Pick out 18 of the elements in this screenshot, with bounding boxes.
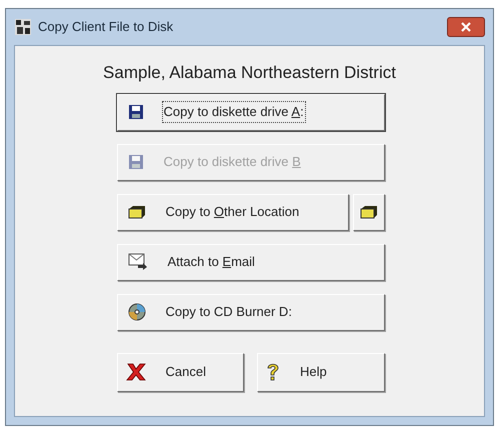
action-button[interactable]: Copy to diskette drive A: [116,94,384,130]
browse-button[interactable] [352,194,384,230]
cancel-button[interactable]: Cancel [116,352,244,392]
heading: Sample, Alabama Northeastern District [103,62,396,84]
app-icon [14,18,32,36]
action-button[interactable]: Copy to Other Location [116,194,348,230]
folder-icon [360,204,378,220]
action-button[interactable]: Copy to CD Burner D: [116,294,384,330]
question-mark-icon [266,362,280,382]
mail-arrow-icon [128,253,148,271]
action-button[interactable]: Attach to Email [116,244,384,280]
disc-icon [128,303,146,321]
close-icon [461,22,471,32]
help-button[interactable]: Help [257,352,384,392]
folder-icon [128,204,146,220]
cross-icon [126,362,146,382]
close-button[interactable] [447,17,485,37]
window-title: Copy Client File to Disk [38,18,174,36]
